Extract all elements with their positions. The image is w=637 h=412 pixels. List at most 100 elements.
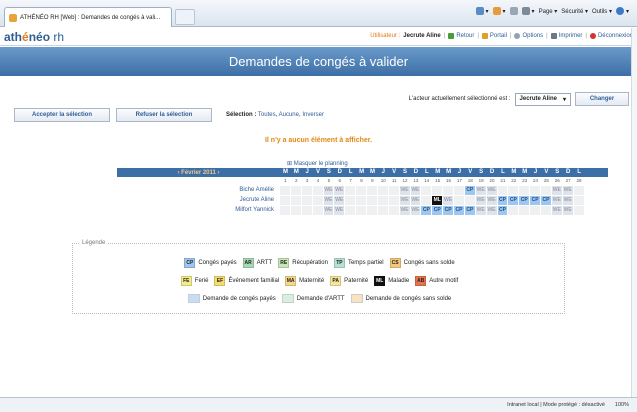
print-link[interactable]: Imprimer — [550, 33, 582, 39]
accept-selection-button[interactable]: Accepter la sélection — [14, 108, 110, 122]
portal-icon — [481, 33, 488, 39]
legend-code: MA — [285, 276, 297, 286]
legend-label: Récupération — [292, 260, 328, 266]
employee-name[interactable]: Milfort Yannick — [117, 206, 280, 215]
day-numbers-row: 1 2 3 4 5 6 7 8 9 10 11 12 13 14 15 16 17 18 19 20 21 22 23 24 2… — [280, 177, 608, 185]
logo-part: néo — [28, 30, 51, 44]
page-title: Demandes de congés à valider — [228, 54, 409, 69]
planning-cell: WE — [562, 206, 574, 215]
actor-select-value: Jecrute Aline — [519, 96, 557, 102]
select-invert-link[interactable]: Inverser — [302, 112, 324, 118]
planning-cell — [541, 206, 552, 215]
legend-code: AR — [242, 258, 254, 268]
day-number: 8 — [360, 178, 363, 183]
planning-cell: WE — [475, 186, 487, 195]
legend-item: MA Maternité — [285, 276, 324, 286]
day-number: 15 — [435, 178, 441, 183]
day-of-week: S — [403, 169, 408, 175]
legend-item: Demande de congés sans solde — [350, 294, 451, 303]
gear-icon — [514, 33, 521, 39]
back-link[interactable]: Retour — [448, 33, 474, 39]
day-number: 16 — [446, 178, 452, 183]
page-scrollbar[interactable] — [631, 28, 637, 397]
site-favicon-icon — [9, 13, 17, 22]
employee-name[interactable]: Jecrute Aline — [117, 196, 280, 205]
legend-code: AB — [415, 276, 427, 286]
day-number: 28 — [576, 178, 582, 183]
planning-cell — [356, 196, 367, 205]
day-number: 24 — [533, 178, 539, 183]
hide-planning-link[interactable]: ⊞ Masquer le planning — [287, 160, 348, 167]
day-of-week: V — [316, 169, 321, 175]
day-number: 13 — [413, 178, 419, 183]
security-zone: Intranet local | Mode protégé : désactiv… — [507, 402, 605, 408]
page-menu[interactable]: Page ▾ — [539, 8, 558, 15]
title-band: Demandes de congés à valider — [0, 47, 637, 76]
planning-header: ‹ Février 2011 › MMJVSDLMMJVSDLMMJVSDLMM… — [117, 168, 608, 177]
legend-item: Demande d'ARTT — [281, 294, 345, 303]
new-tab-button[interactable] — [175, 9, 195, 25]
legend-item: AB Autre motif — [415, 276, 458, 286]
planning-cell — [421, 186, 433, 195]
portal-link[interactable]: Portail — [481, 33, 507, 39]
mail-button[interactable] — [509, 7, 518, 15]
feeds-button[interactable]: ▾ — [492, 7, 506, 15]
employee-name[interactable]: Biche Amélie — [117, 186, 280, 195]
planning-cell: CP — [497, 206, 509, 215]
legend-code: TP — [333, 258, 345, 268]
legend-label: Demande de congés payés — [202, 295, 276, 302]
planning-cell: ML — [432, 196, 444, 205]
tools-menu[interactable]: Outils ▾ — [592, 8, 612, 15]
legend-swatch — [281, 294, 294, 303]
planning-cell — [530, 206, 541, 215]
planning-cell: WE — [399, 206, 411, 215]
change-button[interactable]: Changer — [575, 92, 629, 106]
planning-cell — [377, 196, 389, 205]
planning-cell: CP — [519, 196, 531, 205]
day-of-week: M — [522, 169, 528, 175]
day-of-week: S — [555, 169, 560, 175]
planning-cell: WE — [562, 196, 574, 205]
actor-selector-row: L'acteur actuellement sélectionné est : … — [409, 92, 629, 106]
planning-cell: WE — [486, 196, 498, 205]
browser-tab[interactable]: ATHÉNÉO RH [Web] : Demandes de congés à … — [4, 7, 172, 27]
planning-cell — [573, 196, 585, 205]
help-button[interactable]: ▾ — [615, 7, 629, 15]
options-link[interactable]: Options — [514, 33, 543, 39]
day-of-week: V — [544, 169, 549, 175]
security-menu[interactable]: Sécurité ▾ — [561, 8, 588, 15]
day-number: 7 — [349, 178, 352, 183]
user-name: Jecrute Aline — [403, 33, 441, 39]
day-number: 10 — [380, 178, 386, 183]
day-of-week: L — [501, 169, 505, 175]
planning-cell: WE — [551, 206, 563, 215]
zoom-level[interactable]: 100% — [615, 402, 629, 408]
home-button[interactable]: ▾ — [475, 7, 489, 15]
planning-cell: WE — [410, 196, 422, 205]
day-of-week: M — [511, 169, 517, 175]
print-button[interactable]: ▾ — [521, 7, 535, 15]
planning-cell — [367, 196, 378, 205]
tools-menu-label: Outils ▾ — [591, 8, 612, 15]
actor-select[interactable]: Jecrute Aline ▾ — [514, 92, 571, 106]
refuse-selection-button[interactable]: Refuser la sélection — [116, 108, 212, 122]
day-of-week: J — [533, 169, 538, 175]
planning-cell: WE — [410, 186, 422, 195]
legend-label: Temps partiel — [347, 260, 384, 266]
month-navigator[interactable]: ‹ Février 2011 › — [117, 168, 280, 177]
select-all-link[interactable]: Toutes — [258, 112, 276, 118]
app-header: athénéo rh Utilisateur : Jecrute Aline |… — [0, 28, 637, 46]
planning-cell — [367, 206, 378, 215]
separator: | — [585, 33, 587, 39]
legend-code: PA — [330, 276, 342, 286]
selection-controls: Sélection : Toutes, Aucune, Inverser — [226, 112, 324, 118]
select-none-link[interactable]: Aucune — [279, 112, 299, 118]
planning-cell — [280, 186, 291, 195]
day-number: 25 — [543, 178, 549, 183]
help-icon — [615, 7, 624, 15]
atheneo-logo: athénéo rh — [4, 30, 64, 44]
planning-cell: CP — [497, 196, 509, 205]
logout-link[interactable]: Déconnexion — [589, 33, 633, 39]
feeds-icon — [492, 7, 501, 15]
planning-cell — [464, 196, 476, 205]
